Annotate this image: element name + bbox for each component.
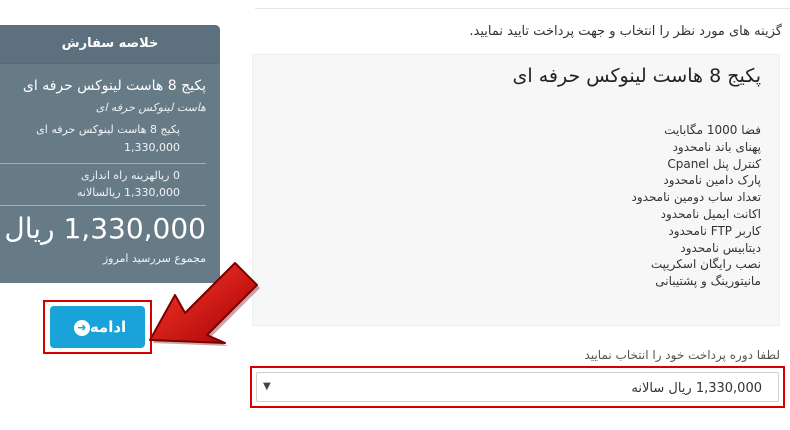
- order-summary: خلاصه سفارش پکیج 8 هاست لینوکس حرفه ای ه…: [0, 25, 220, 283]
- feature-item: دیتابیس نامحدود: [680, 240, 761, 255]
- feature-item: کنترل پنل Cpanel: [667, 156, 761, 171]
- summary-product-group: هاست لینوکس حرفه ای: [95, 101, 206, 114]
- feature-item: نصب رایگان اسکریپت: [650, 257, 761, 272]
- summary-product-name: پکیج 8 هاست لینوکس حرفه ای: [22, 78, 206, 94]
- caret-down-icon: ▼: [263, 381, 271, 392]
- summary-line-price: 1,330,000: [124, 141, 180, 154]
- summary-divider: [0, 163, 206, 164]
- summary-divider: [0, 205, 206, 206]
- billing-cycle-highlight: 1,330,000 ریال سالانه ▼: [250, 366, 785, 408]
- product-panel: پکیج 8 هاست لینوکس حرفه ای فضا 1000 مگاب…: [252, 54, 780, 326]
- pointer-arrow-icon: [149, 262, 260, 346]
- billing-cycle-value: 1,330,000 ریال سالانه: [631, 381, 762, 396]
- feature-item: پارک دامین نامحدود: [663, 173, 761, 188]
- continue-button[interactable]: ادامه➜: [50, 306, 145, 348]
- summary-setup-fee: 0 ریالهزینه راه اندازی: [81, 169, 180, 182]
- feature-item: پهنای باند نامحدود: [672, 139, 761, 154]
- summary-line-item: پکیج 8 هاست لینوکس حرفه ای: [36, 123, 180, 136]
- top-divider: [255, 8, 790, 9]
- feature-item: کاربر FTP نامحدود: [668, 223, 761, 238]
- summary-annual: 1,330,000 ریالسالانه: [77, 186, 180, 199]
- arrow-right-circle-icon: ➜: [73, 319, 90, 336]
- order-summary-header: خلاصه سفارش: [0, 25, 220, 64]
- feature-list: فضا 1000 مگابایت پهنای باند نامحدود کنتر…: [632, 122, 762, 290]
- summary-total: 1,330,000 ریال: [4, 212, 206, 245]
- feature-item: مانیتورینگ و پشتیبانی: [655, 274, 761, 289]
- product-title: پکیج 8 هاست لینوکس حرفه ای: [512, 65, 761, 87]
- billing-cycle-select[interactable]: 1,330,000 ریال سالانه ▼: [256, 372, 779, 402]
- feature-item: تعداد ساب دومین نامحدود: [631, 190, 762, 205]
- feature-item: فضا 1000 مگابایت: [664, 123, 761, 137]
- feature-item: اکانت ایمیل نامحدود: [660, 206, 761, 221]
- billing-cycle-label: لطفا دوره پرداخت خود را انتخاب نمایید: [584, 348, 780, 362]
- continue-button-highlight: ادامه➜: [43, 300, 152, 354]
- continue-label: ادامه: [89, 318, 127, 336]
- instructions-text: گزینه های مورد نظر را انتخاب و جهت پرداخ…: [469, 24, 782, 39]
